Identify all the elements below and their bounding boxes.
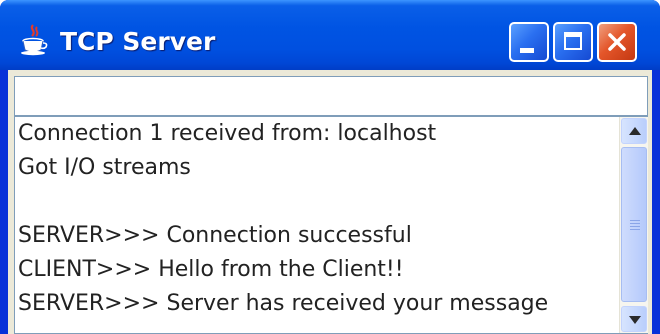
window-title: TCP Server [60,27,216,56]
title-bar[interactable]: TCP Server [0,0,660,70]
maximize-button[interactable] [553,22,593,62]
grip-line [630,226,640,227]
grip-line [630,220,640,221]
scroll-up-button[interactable] [621,118,647,144]
output-text-area[interactable]: Connection 1 received from: localhost Go… [15,117,619,333]
java-cup-icon [21,24,48,56]
minimize-icon [520,48,534,53]
arrow-down-icon [629,316,641,324]
output-line: Connection 1 received from: localhost [18,121,437,146]
output-line: Got I/O streams [18,155,191,180]
tcp-server-window: TCP Server Connection 1 received from: l… [0,0,660,334]
vertical-scrollbar[interactable] [619,117,648,333]
arrow-up-icon [629,127,641,135]
output-line: SERVER>>> Connection successful [18,223,412,248]
output-line: CLIENT>>> Hello from the Client!! [18,257,404,282]
scrollbar-thumb[interactable] [621,147,647,302]
grip-line [630,229,640,230]
close-icon [608,33,626,51]
output-scroll-pane: Connection 1 received from: localhost Go… [14,116,648,334]
maximize-icon [564,32,582,50]
grip-line [630,223,640,224]
minimize-button[interactable] [509,22,549,62]
output-line: SERVER>>> Server has received your messa… [18,291,549,316]
message-input[interactable] [14,76,648,116]
scroll-down-button[interactable] [621,306,647,332]
window-content: Connection 1 received from: localhost Go… [8,70,652,334]
close-button[interactable] [597,22,637,62]
